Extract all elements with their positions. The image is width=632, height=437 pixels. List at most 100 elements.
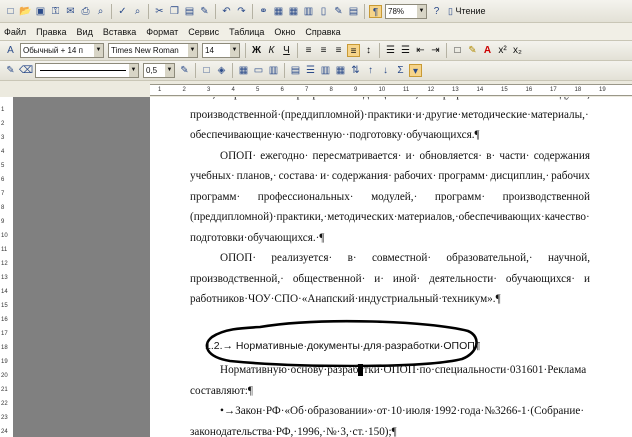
align-right-icon[interactable]: ≡ bbox=[332, 44, 345, 57]
ruler-tick-label: 19 bbox=[1, 359, 8, 365]
align-cell-icon[interactable]: ▤ bbox=[289, 64, 302, 77]
align-center-icon[interactable]: ≡ bbox=[317, 44, 330, 57]
styles-pane-icon[interactable]: A bbox=[4, 44, 17, 57]
undo-icon[interactable]: ↶ bbox=[220, 5, 233, 18]
chevron-down-icon[interactable]: ▼ bbox=[129, 64, 138, 77]
show-hide-icon[interactable]: ¶ bbox=[369, 4, 382, 18]
word: совместной· bbox=[371, 252, 432, 264]
horizontal-ruler[interactable]: 1 2 3 4 5 6 7 8 9 10 11 12 13 14 15 16 17 18 19 bbox=[0, 81, 632, 98]
save-icon[interactable]: ▣ bbox=[34, 5, 47, 18]
insert-table-icon[interactable]: ▦ bbox=[287, 5, 300, 18]
ruler-tick-label: 1 bbox=[158, 87, 162, 93]
justify-icon[interactable]: ≡ bbox=[347, 44, 360, 57]
sort-descending-icon[interactable]: ↓ bbox=[379, 64, 392, 77]
menu-item[interactable]: Файл bbox=[4, 27, 26, 37]
shading-color-icon[interactable]: ◈ bbox=[215, 64, 228, 77]
text-direction-icon[interactable]: ⇅ bbox=[349, 64, 362, 77]
font-combo[interactable]: Times New Roman ▼ bbox=[108, 43, 198, 58]
chevron-down-icon[interactable]: ▼ bbox=[188, 44, 197, 57]
word: рабочих bbox=[551, 170, 590, 182]
zoom-combo[interactable]: 78% ▼ bbox=[385, 3, 427, 19]
document-page[interactable]: 1.2.→ Нормативные·документы·для·разработ… bbox=[150, 97, 632, 437]
help-icon[interactable]: ? bbox=[430, 5, 443, 18]
distribute-columns-icon[interactable]: ▥ bbox=[319, 64, 332, 77]
sort-ascending-icon[interactable]: ↑ bbox=[364, 64, 377, 77]
tables-borders-icon[interactable]: ▦ bbox=[272, 5, 285, 18]
menu-item[interactable]: Окно bbox=[274, 27, 295, 37]
toolbar-options-icon[interactable]: ▾ bbox=[409, 64, 422, 77]
line-style-combo[interactable]: ▼ bbox=[35, 63, 139, 78]
research-icon[interactable]: ⌕ bbox=[131, 5, 144, 18]
chevron-down-icon[interactable]: ▼ bbox=[230, 44, 239, 57]
menu-item[interactable]: Сервис bbox=[188, 27, 219, 37]
menu-item[interactable]: Правка bbox=[36, 27, 66, 37]
menu-item[interactable]: Вставка bbox=[103, 27, 136, 37]
menu-item[interactable]: Справка bbox=[305, 27, 340, 37]
word: обучающихся· bbox=[505, 272, 576, 285]
paste-icon[interactable]: ▤ bbox=[183, 5, 196, 18]
word: программ· bbox=[434, 190, 486, 203]
spelling-icon[interactable]: ✓ bbox=[116, 5, 129, 18]
copy-icon[interactable]: ❐ bbox=[168, 5, 181, 18]
separator bbox=[446, 43, 447, 58]
menu-item[interactable]: Таблица bbox=[229, 27, 264, 37]
document-text-line: программ· профессиональных· модулей,· прогр… bbox=[190, 191, 590, 203]
ruler-tick-label: 2 bbox=[1, 121, 5, 127]
split-cells-icon[interactable]: ▥ bbox=[267, 64, 280, 77]
distribute-rows-icon[interactable]: ☰ bbox=[304, 64, 317, 77]
insert-table-icon[interactable]: ▦ bbox=[237, 64, 250, 77]
word: дисциплин,· bbox=[490, 170, 550, 182]
merge-cells-icon[interactable]: ▭ bbox=[252, 64, 265, 77]
ruler-tick-label: 2 bbox=[182, 87, 186, 93]
eraser-icon[interactable]: ⌫ bbox=[19, 64, 33, 77]
underline-button[interactable]: Ч bbox=[280, 44, 293, 57]
italic-button[interactable]: К bbox=[265, 44, 278, 57]
chevron-down-icon[interactable]: ▼ bbox=[94, 44, 103, 57]
autoformat-icon[interactable]: ▦ bbox=[334, 64, 347, 77]
cut-icon[interactable]: ✂ bbox=[153, 5, 166, 18]
print-preview-icon[interactable]: ⌕ bbox=[94, 5, 107, 18]
hyperlink-icon[interactable]: ⚭ bbox=[257, 5, 270, 18]
word: модулей, bbox=[548, 97, 590, 100]
subscript-icon[interactable]: x₂ bbox=[511, 44, 524, 57]
columns-icon[interactable]: ▯ bbox=[317, 5, 330, 18]
outside-border-icon[interactable]: □ bbox=[200, 64, 213, 77]
draw-table-icon[interactable]: ✎ bbox=[4, 64, 17, 77]
insert-excel-icon[interactable]: ▥ bbox=[302, 5, 315, 18]
decrease-indent-icon[interactable]: ⇤ bbox=[414, 44, 427, 57]
increase-indent-icon[interactable]: ⇥ bbox=[429, 44, 442, 57]
permission-icon[interactable]: ⚿ bbox=[49, 5, 62, 18]
read-mode-button[interactable]: ▯ Чтение bbox=[448, 6, 485, 17]
highlight-icon[interactable]: ✎ bbox=[466, 44, 479, 57]
font-color-icon[interactable]: A bbox=[481, 44, 494, 57]
superscript-icon[interactable]: x² bbox=[496, 44, 509, 57]
style-combo[interactable]: Обычный + 14 п ▼ bbox=[20, 43, 104, 58]
line-weight-combo[interactable]: 0,5 ▼ bbox=[143, 63, 175, 78]
bold-button[interactable]: Ж bbox=[250, 44, 263, 57]
new-icon[interactable]: □ bbox=[4, 5, 17, 18]
drawing-icon[interactable]: ✎ bbox=[332, 5, 345, 18]
bullets-icon[interactable]: ☰ bbox=[399, 44, 412, 57]
menu-item[interactable]: Формат bbox=[146, 27, 178, 37]
document-map-icon[interactable]: ▤ bbox=[347, 5, 360, 18]
autosum-icon[interactable]: Σ bbox=[394, 64, 407, 77]
menu-item[interactable]: Вид bbox=[77, 27, 93, 37]
word: иной· bbox=[392, 272, 421, 285]
chevron-down-icon[interactable]: ▼ bbox=[165, 64, 174, 77]
word: дисциплин, bbox=[363, 97, 418, 100]
ruler-tick-label: 5 bbox=[1, 163, 5, 169]
align-left-icon[interactable]: ≡ bbox=[302, 44, 315, 57]
line-spacing-icon[interactable]: ↕ bbox=[362, 44, 375, 57]
format-painter-icon[interactable]: ✎ bbox=[198, 5, 211, 18]
numbering-icon[interactable]: ☰ bbox=[384, 44, 397, 57]
border-color-icon[interactable]: ✎ bbox=[178, 64, 191, 77]
chevron-down-icon[interactable]: ▼ bbox=[417, 4, 426, 18]
vertical-ruler[interactable]: 1 2 3 4 5 6 7 8 9 10 11 12 13 14 15 16 17 18 19 20 21 22 23 24 bbox=[0, 97, 14, 437]
font-size-combo[interactable]: 14 ▼ bbox=[202, 43, 240, 58]
redo-icon[interactable]: ↷ bbox=[235, 5, 248, 18]
borders-icon[interactable]: □ bbox=[451, 44, 464, 57]
open-icon[interactable]: 📂 bbox=[19, 5, 32, 18]
print-icon[interactable]: ⎙ bbox=[79, 5, 92, 18]
email-icon[interactable]: ✉ bbox=[64, 5, 77, 18]
zoom-value: 78% bbox=[388, 6, 405, 16]
